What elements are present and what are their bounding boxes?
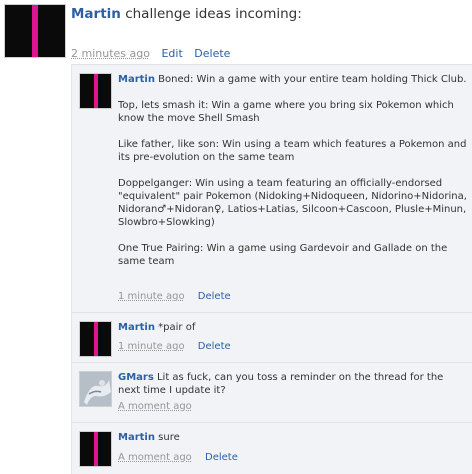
- post-timestamp: 2 minutes ago: [71, 47, 150, 60]
- comment-delete-link[interactable]: Delete: [198, 341, 231, 352]
- comment-meta: A moment ago Delete: [118, 452, 238, 463]
- post-header: Martin challenge ideas incoming:: [71, 6, 302, 22]
- comment-text: Top, lets smash it: Win a game where you…: [118, 100, 454, 124]
- avatar-stripe: [93, 432, 98, 466]
- comment-text: *pair of: [158, 322, 196, 333]
- avatar[interactable]: [4, 4, 66, 58]
- comment-item: Martin sure A moment ago Delete: [72, 422, 472, 474]
- comment-body: Martin Boned: Win a game with your entir…: [118, 73, 468, 268]
- post-delete-link[interactable]: Delete: [194, 47, 230, 60]
- comment-body: Martin *pair of: [118, 321, 468, 334]
- avatar-image: [80, 372, 111, 406]
- comment-timestamp: 1 minute ago: [118, 341, 185, 352]
- comment-body: Martin sure: [118, 431, 468, 444]
- comment-item: Martin *pair of 1 minute ago Delete: [72, 312, 472, 362]
- comment-author-link[interactable]: Martin: [118, 74, 155, 85]
- comment-timestamp: 1 minute ago: [118, 291, 185, 302]
- comment-meta: 1 minute ago Delete: [118, 291, 231, 302]
- comment-delete-link[interactable]: Delete: [198, 291, 231, 302]
- status-post: Martin challenge ideas incoming: 2 minut…: [4, 4, 472, 64]
- comment-author-link[interactable]: Martin: [118, 322, 155, 333]
- comment-author-link[interactable]: Martin: [118, 432, 155, 443]
- comment-body: GMars Lit as fuck, can you toss a remind…: [118, 371, 468, 397]
- avatar[interactable]: [79, 371, 112, 407]
- comments-list: Martin Boned: Win a game with your entir…: [71, 64, 472, 474]
- comment-item: Martin Boned: Win a game with your entir…: [72, 64, 472, 312]
- comment-text: Lit as fuck, can you toss a reminder on …: [118, 372, 444, 396]
- comment-author-link[interactable]: GMars: [118, 372, 154, 383]
- comment-text: Like father, like son: Win using a team …: [118, 139, 467, 163]
- comment-timestamp: A moment ago: [118, 401, 192, 412]
- comment-meta: 1 minute ago Delete: [118, 341, 231, 352]
- avatar[interactable]: [79, 431, 112, 467]
- post-text: challenge ideas incoming:: [125, 6, 302, 22]
- comment-delete-link[interactable]: Delete: [205, 452, 238, 463]
- comment-timestamp: A moment ago: [118, 452, 192, 463]
- avatar-stripe: [32, 5, 38, 57]
- avatar[interactable]: [79, 321, 112, 357]
- comment-meta: A moment ago: [118, 401, 192, 412]
- avatar[interactable]: [79, 73, 112, 109]
- avatar-stripe: [93, 322, 98, 356]
- comment-text: Boned: Win a game with your entire team …: [158, 74, 467, 85]
- post-author-link[interactable]: Martin: [71, 6, 121, 22]
- comment-text: sure: [158, 432, 180, 443]
- comment-text: One True Pairing: Win a game using Garde…: [118, 243, 448, 267]
- comment-text: Doppelganger: Win using a team featuring…: [118, 178, 467, 228]
- comment-item: GMars Lit as fuck, can you toss a remind…: [72, 362, 472, 422]
- avatar-stripe: [93, 74, 98, 108]
- post-meta: 2 minutes ago Edit Delete: [71, 47, 230, 60]
- post-edit-link[interactable]: Edit: [161, 47, 182, 60]
